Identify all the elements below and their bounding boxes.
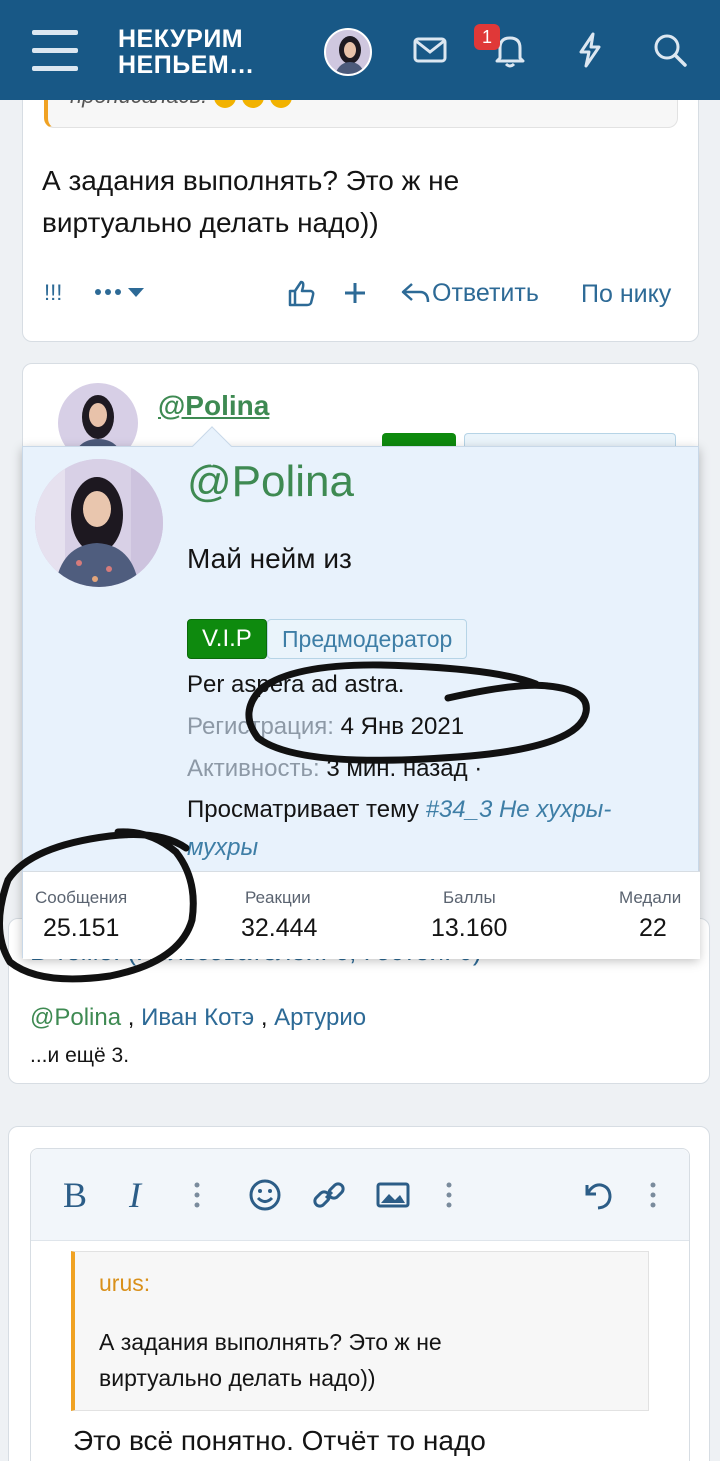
registration-row: Регистрация: 4 Янв 2021 [187,713,464,741]
quoted-message: urus: А задания выполнять? Это ж не вирт… [71,1251,649,1411]
post-line-1: А задания выполнять? Это ж не [42,165,460,196]
alerts-count-badge: 1 [474,24,500,50]
link-icon[interactable] [309,1175,349,1215]
menu-icon[interactable] [32,30,78,72]
viewing-topic-link[interactable]: #34_3 Не хухры- [426,796,612,823]
search-icon[interactable] [650,30,690,70]
activity-label: Активность: [187,755,320,782]
site-logo[interactable]: НЕКУРИМ НЕПЬЕМ… [118,26,255,78]
online-user-link[interactable]: @Polina [30,1004,121,1031]
image-icon[interactable] [373,1175,413,1215]
whats-new-bolt-icon[interactable] [570,30,610,70]
quote-body: А задания выполнять? Это ж не виртуально… [99,1324,442,1396]
online-user-link[interactable]: Артурио [274,1004,366,1031]
more-options-button[interactable] [94,280,148,304]
plus-icon[interactable] [342,280,368,306]
stat-reactions-label: Реакции [245,888,311,907]
popup-motto: Per aspera ad astra. [187,671,405,698]
post-message: А задания выполнять? Это ж не виртуально… [42,160,459,244]
like-thumb-icon[interactable] [286,278,316,308]
editor-toolbar: B I [31,1149,689,1241]
more-editor-options-icon[interactable] [645,1175,661,1215]
registration-label: Регистрация: [187,713,334,740]
popup-user-title: Май нейм из [187,543,352,574]
logo-line-2: НЕПЬЕМ… [118,51,255,79]
stat-reactions-value[interactable]: 32.444 [241,914,317,943]
stat-medals-value[interactable]: 22 [639,914,667,943]
more-users-text[interactable]: ...и ещё 3. [30,1044,129,1068]
activity-value: 3 мин. назад · [326,755,483,782]
more-text-options-icon[interactable] [189,1175,205,1215]
more-insert-options-icon[interactable] [441,1175,457,1215]
logo-line-1: НЕКУРИМ [118,25,244,53]
viewing-label: Просматривает тему [187,796,419,823]
online-user-link[interactable]: Иван Котэ [141,1004,254,1031]
bold-button[interactable]: B [63,1175,87,1215]
member-stats: Сообщения 25.151 Реакции 32.444 Баллы 13… [23,871,700,959]
member-tooltip-popup: @Polina Май нейм из V.I.P Предмодератор … [22,446,700,959]
vip-badge-edge [382,433,456,447]
user-avatar[interactable] [324,28,372,76]
stat-points-label: Баллы [443,888,496,907]
quote-line-2: виртуально делать надо)) [99,1365,376,1391]
popup-avatar[interactable] [35,459,163,587]
online-users-list: @Polina , Иван Котэ , Артурио [30,1004,367,1031]
registration-date: 4 Янв 2021 [340,713,465,740]
role-badge: Предмодератор [267,619,468,659]
quote-line-1: А задания выполнять? Это ж не [99,1329,442,1355]
stat-points-value[interactable]: 13.160 [431,914,507,943]
vip-badge: V.I.P [187,619,267,659]
post-line-2: виртуально делать надо)) [42,207,379,238]
stat-medals-label: Медали [619,888,682,907]
undo-icon[interactable] [577,1175,617,1215]
activity-row: Активность: 3 мин. назад · [187,755,482,783]
reply-button[interactable]: Ответить [400,278,539,308]
reply-arrow-icon [401,283,430,303]
report-marks-button[interactable]: !!! [44,280,62,306]
reply-label: Ответить [432,278,539,307]
by-nick-button[interactable]: По нику [581,280,671,309]
post-author-username[interactable]: @Polina [158,390,269,422]
mail-icon[interactable] [410,30,450,70]
stat-messages-value[interactable]: 25.151 [43,914,119,943]
viewing-topic-link-cont[interactable]: мухры [187,834,258,861]
message-editor[interactable]: B I urus: А задания выполнять? Это ж не … [30,1148,690,1461]
role-badge-edge [464,433,676,447]
top-navigation-bar: НЕКУРИМ НЕПЬЕМ… 1 [0,0,720,100]
smiley-icon[interactable] [245,1175,285,1215]
quote-author[interactable]: urus: [99,1270,150,1297]
italic-button[interactable]: I [129,1175,141,1215]
stat-messages-label: Сообщения [35,888,128,907]
editor-typed-text[interactable]: Это всё понятно. Отчёт то надо [73,1425,486,1457]
viewing-row: Просматривает тему #34_3 Не хухры- мухры [187,791,611,867]
